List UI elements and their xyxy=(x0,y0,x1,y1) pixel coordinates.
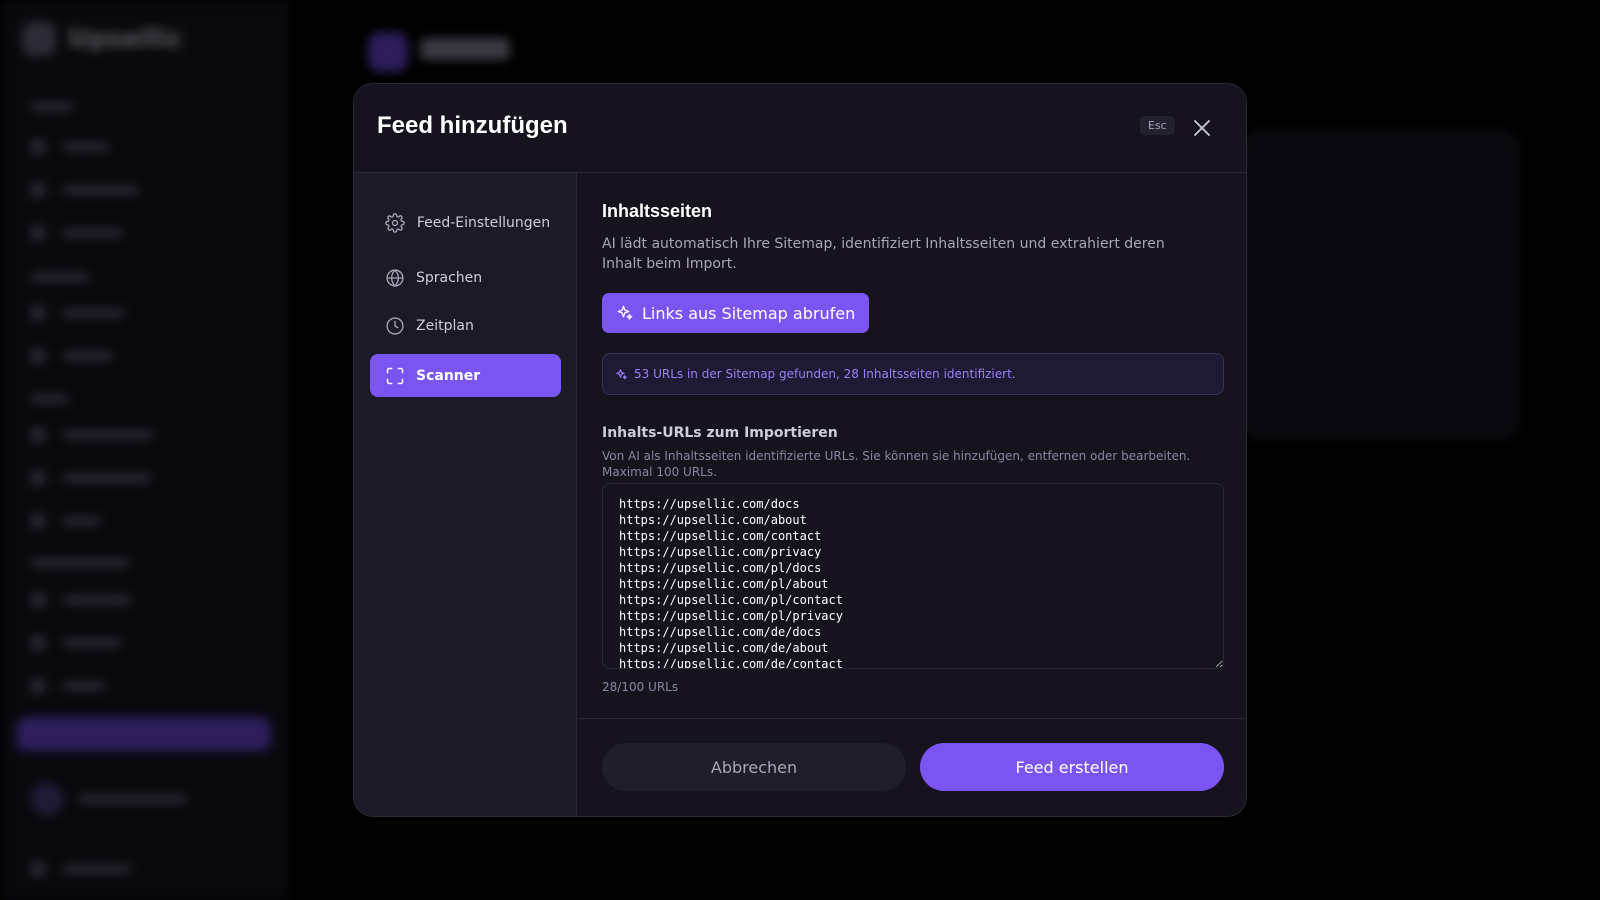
section-title: Inhaltsseiten xyxy=(602,201,713,221)
nav-item-label: Sprachen xyxy=(416,270,483,286)
background-sidebar: Upsellic xyxy=(0,0,290,900)
nav-item-scanner[interactable]: Scanner xyxy=(370,354,561,397)
background-nav-item xyxy=(30,348,114,364)
background-nav-item xyxy=(30,225,124,241)
modal-title: Feed hinzufügen xyxy=(377,112,568,139)
fetch-sitemap-links-button[interactable]: Links aus Sitemap abrufen xyxy=(602,293,870,333)
avatar xyxy=(30,782,64,816)
sparkle-icon xyxy=(617,305,633,320)
fetch-sitemap-links-label: Links aus Sitemap abrufen xyxy=(642,303,856,323)
content-urls-textarea[interactable]: https://upsellic.com/docs https://upsell… xyxy=(602,483,1224,669)
background-nav-item xyxy=(30,592,132,608)
url-counter: 28/100 URLs xyxy=(602,680,679,694)
background-nav-heading xyxy=(30,392,70,406)
background-nav-item xyxy=(30,678,106,694)
background-nav-item xyxy=(30,513,102,529)
section-description: AI lädt automatisch Ihre Sitemap, identi… xyxy=(602,236,1165,272)
background-page-icon xyxy=(368,32,408,72)
sparkle-icon xyxy=(616,368,627,379)
nav-item-feed-settings[interactable]: Feed-Einstellungen xyxy=(370,196,561,250)
modal-sidebar-nav: Feed-Einstellungen Sprachen Zeitplan Sca… xyxy=(354,173,577,816)
scanner-panel: Inhaltsseiten AI lädt automatisch Ihre S… xyxy=(578,173,1246,718)
background-logo: Upsellic xyxy=(22,22,183,56)
nav-item-label: Scanner xyxy=(416,367,481,384)
logo-icon xyxy=(22,22,56,56)
background-footer-item xyxy=(30,861,132,877)
content-urls-help: Von AI als Inhaltsseiten identifizierte … xyxy=(602,449,1191,479)
background-nav-item xyxy=(30,470,152,486)
nav-item-label: Feed-Einstellungen xyxy=(416,215,551,231)
background-active-nav-item xyxy=(16,717,271,751)
create-feed-button[interactable]: Feed erstellen xyxy=(920,743,1224,791)
background-user xyxy=(30,782,188,816)
nav-item-label: Zeitplan xyxy=(416,318,474,334)
close-icon xyxy=(1194,120,1210,136)
background-nav-heading xyxy=(30,270,90,284)
background-nav-heading xyxy=(30,556,130,570)
background-nav-heading xyxy=(30,100,74,114)
nav-item-languages[interactable]: Sprachen xyxy=(370,258,561,298)
modal-header: Feed hinzufügen Esc xyxy=(354,84,1246,173)
gear-icon xyxy=(384,212,406,234)
background-nav-item xyxy=(30,635,122,651)
scan-icon xyxy=(384,365,406,387)
esc-shortcut-badge: Esc xyxy=(1140,116,1175,135)
globe-icon xyxy=(384,267,406,289)
clock-icon xyxy=(384,315,406,337)
background-nav-item xyxy=(30,305,126,321)
cancel-button[interactable]: Abbrechen xyxy=(602,743,906,791)
add-feed-modal: Feed hinzufügen Esc Feed-Einstellungen S… xyxy=(353,83,1247,817)
background-page-title xyxy=(420,38,510,60)
background-card xyxy=(1240,130,1520,440)
sitemap-result-text: 53 URLs in der Sitemap gefunden, 28 Inha… xyxy=(634,367,1016,381)
background-nav-item xyxy=(30,427,154,443)
modal-footer: Abbrechen Feed erstellen xyxy=(578,718,1246,816)
brand-name: Upsellic xyxy=(68,24,183,54)
background-nav-item xyxy=(30,139,110,155)
close-button[interactable] xyxy=(1188,114,1216,142)
content-urls-label: Inhalts-URLs zum Importieren xyxy=(602,425,838,441)
background-nav-item xyxy=(30,182,140,198)
nav-item-schedule[interactable]: Zeitplan xyxy=(370,306,561,346)
sitemap-result-message: 53 URLs in der Sitemap gefunden, 28 Inha… xyxy=(602,353,1224,395)
